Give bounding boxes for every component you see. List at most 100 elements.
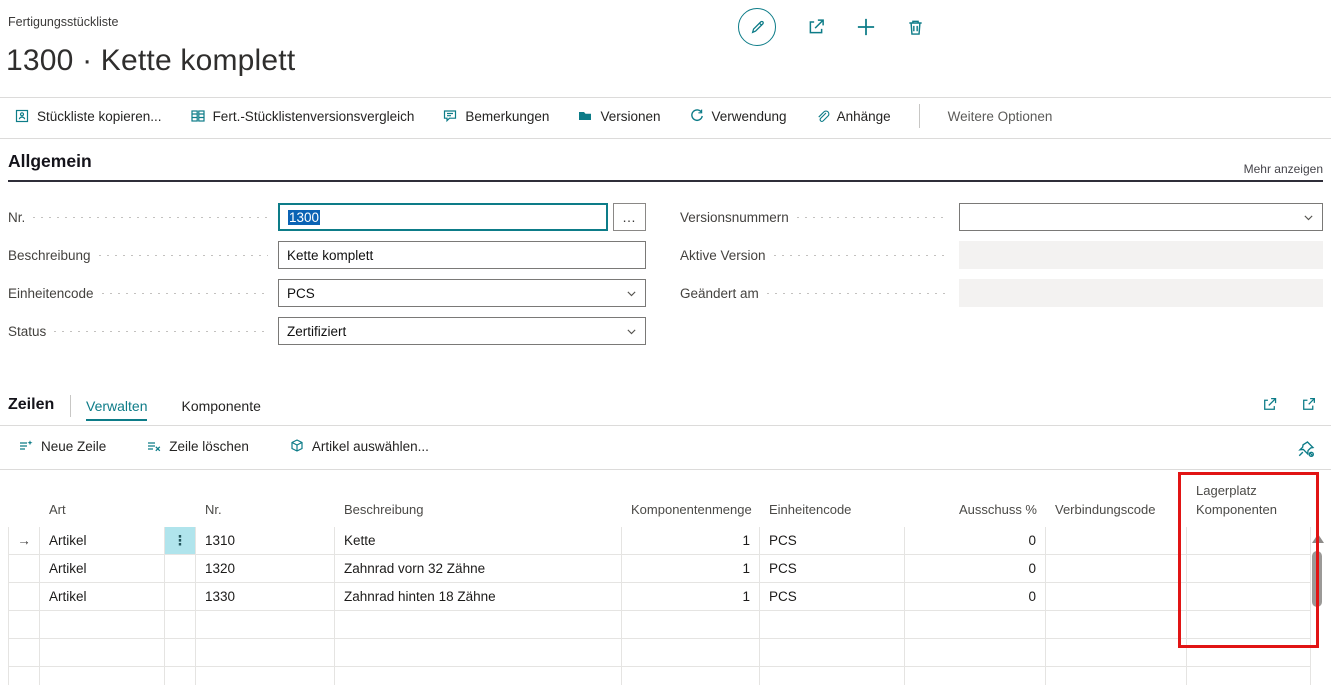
tab-komponente[interactable]: Komponente [181, 398, 260, 421]
dotted-leader [774, 254, 949, 256]
divider [0, 469, 1331, 470]
field-beschreibung: Beschreibung Kette komplett [8, 241, 646, 269]
page-title: 1300 · Kette komplett [6, 44, 295, 78]
trash-icon [906, 18, 925, 37]
divider [0, 138, 1331, 139]
cell-einheit[interactable]: PCS [760, 527, 905, 554]
lines-tabbar: Verwalten Komponente [86, 398, 261, 421]
cell-lagerplatz[interactable] [1187, 583, 1311, 610]
usage-icon [689, 108, 705, 124]
cell-menge[interactable]: 1 [622, 527, 760, 554]
share-lines-button[interactable] [1261, 396, 1278, 413]
focus-mode-button[interactable] [1300, 396, 1317, 413]
select-items-button[interactable]: Artikel auswählen... [289, 438, 429, 454]
attachments-button[interactable]: Anhänge [815, 109, 891, 124]
action-bar-divider [919, 104, 920, 128]
delete-button[interactable] [906, 18, 925, 37]
col-nr[interactable]: Nr. [196, 501, 335, 527]
field-status: Status Zertifiziert [8, 317, 646, 345]
popout-icon [1300, 396, 1317, 413]
table-row: → Artikel ⋮ 1310 Kette 1 PCS 0 [8, 527, 1311, 555]
nr-lookup-button[interactable]: … [613, 203, 646, 231]
cell-nr[interactable]: 1330 [196, 583, 335, 610]
chevron-down-icon [625, 287, 638, 300]
col-komponentenmenge[interactable]: Komponentenmenge [622, 501, 760, 527]
cell-nr[interactable]: 1310 [196, 527, 335, 554]
col-ausschuss[interactable]: Ausschuss % [905, 501, 1046, 527]
field-aktive-version: Aktive Version [680, 241, 1323, 269]
col-verbindungscode[interactable]: Verbindungscode [1046, 501, 1187, 527]
cell-verbindung[interactable] [1046, 527, 1187, 554]
cell-beschreibung[interactable]: Zahnrad vorn 32 Zähne [335, 555, 622, 582]
dotted-leader [767, 292, 949, 294]
cell-verbindung[interactable] [1046, 555, 1187, 582]
scrollbar-thumb[interactable] [1312, 551, 1322, 607]
delete-line-button[interactable]: Zeile löschen [146, 438, 249, 454]
cell-art[interactable]: Artikel [40, 583, 165, 610]
page-caption: Fertigungsstückliste [8, 15, 118, 29]
lines-header-icons [1261, 396, 1317, 413]
production-bom-page: Fertigungsstückliste 1300 · Kette komple… [0, 0, 1331, 685]
pin-icon [1297, 440, 1315, 458]
cell-verbindung[interactable] [1046, 583, 1187, 610]
general-section-heading: Allgemein [8, 151, 92, 172]
cell-ausschuss[interactable]: 0 [905, 527, 1046, 554]
nr-input[interactable]: 1300 [278, 203, 608, 231]
table-header-row: Art Nr. Beschreibung Komponentenmenge Ei… [8, 473, 1311, 527]
cell-ausschuss[interactable]: 0 [905, 555, 1046, 582]
cell-menge[interactable]: 1 [622, 555, 760, 582]
version-compare-button[interactable]: Fert.-Stücklistenversionsvergleich [190, 108, 415, 124]
col-lagerplatz[interactable]: Lagerplatz Komponenten [1187, 482, 1311, 527]
scrollbar-up-arrow[interactable] [1312, 534, 1324, 543]
cell-beschreibung[interactable]: Zahnrad hinten 18 Zähne [335, 583, 622, 610]
section-rule [8, 180, 1323, 182]
dotted-leader [102, 292, 268, 294]
divider [70, 395, 71, 417]
edit-button[interactable] [738, 8, 776, 46]
col-einheitencode[interactable]: Einheitencode [760, 501, 905, 527]
table-row: Artikel 1320 Zahnrad vorn 32 Zähne 1 PCS… [8, 555, 1311, 583]
cell-menge[interactable]: 1 [622, 583, 760, 610]
version-compare-icon [190, 108, 206, 124]
field-versionsnummern: Versionsnummern [680, 203, 1323, 231]
share-icon [1261, 396, 1278, 413]
lines-section-heading: Zeilen [8, 396, 54, 414]
tab-verwalten[interactable]: Verwalten [86, 398, 147, 421]
copy-bom-button[interactable]: Stückliste kopieren... [14, 108, 162, 124]
dotted-leader [33, 216, 268, 218]
show-more-link[interactable]: Mehr anzeigen [1244, 162, 1323, 176]
cell-art[interactable]: Artikel [40, 527, 165, 554]
new-button[interactable] [856, 17, 876, 37]
field-einheitencode: Einheitencode PCS [8, 279, 646, 307]
cell-ausschuss[interactable]: 0 [905, 583, 1046, 610]
dotted-leader [797, 216, 949, 218]
ellipsis-vertical-icon: ⋮ [173, 533, 187, 549]
field-geaendert-am: Geändert am [680, 279, 1323, 307]
more-options-button[interactable]: Weitere Optionen [948, 109, 1053, 124]
status-select[interactable]: Zertifiziert [278, 317, 646, 345]
row-arrow-icon: → [17, 533, 31, 548]
cell-nr[interactable]: 1320 [196, 555, 335, 582]
beschreibung-input[interactable]: Kette komplett [278, 241, 646, 269]
comments-button[interactable]: Bemerkungen [442, 108, 549, 124]
table-row-empty [8, 611, 1311, 639]
cell-art[interactable]: Artikel [40, 555, 165, 582]
share-button[interactable] [806, 17, 826, 37]
new-line-icon [18, 438, 34, 454]
cell-lagerplatz[interactable] [1187, 555, 1311, 582]
cell-einheit[interactable]: PCS [760, 555, 905, 582]
pencil-icon [749, 19, 766, 36]
cell-beschreibung[interactable]: Kette [335, 527, 622, 554]
col-art[interactable]: Art [40, 501, 165, 527]
unpin-button[interactable] [1297, 440, 1315, 458]
plus-icon [856, 17, 876, 37]
row-menu-button[interactable]: ⋮ [165, 527, 196, 554]
versions-button[interactable]: Versionen [577, 108, 660, 124]
usage-button[interactable]: Verwendung [689, 108, 787, 124]
col-beschreibung[interactable]: Beschreibung [335, 501, 622, 527]
new-line-button[interactable]: Neue Zeile [18, 438, 106, 454]
einheitencode-select[interactable]: PCS [278, 279, 646, 307]
versionsnummern-select[interactable] [959, 203, 1323, 231]
cell-lagerplatz[interactable] [1187, 527, 1311, 554]
cell-einheit[interactable]: PCS [760, 583, 905, 610]
